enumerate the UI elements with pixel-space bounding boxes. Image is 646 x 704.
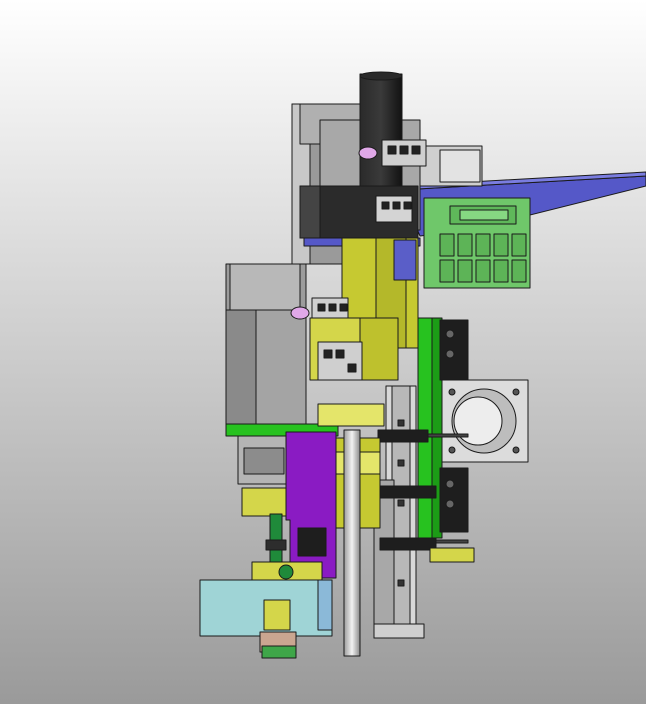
pink-cap-left: [290, 306, 310, 320]
yellow-bushing: [263, 599, 291, 631]
cad-model-canvas: [0, 0, 646, 704]
bottom-foot: [373, 623, 425, 639]
black-cylinder: [359, 73, 403, 195]
mid-connector: [317, 341, 363, 381]
silver-rod: [343, 429, 361, 657]
black-arm-2: [379, 485, 437, 499]
black-cylinder-top: [359, 71, 403, 81]
upper-housing-right-2: [439, 149, 481, 183]
pink-cap-upper: [358, 146, 378, 160]
yellow-tab-low: [429, 547, 475, 563]
black-arm-3: [379, 537, 437, 551]
black-clamp-upper: [439, 319, 469, 381]
black-clamp-lower: [439, 467, 469, 533]
cad-viewport[interactable]: [0, 0, 646, 704]
black-arm-1: [377, 429, 429, 443]
left-motor-cap: [229, 263, 301, 311]
